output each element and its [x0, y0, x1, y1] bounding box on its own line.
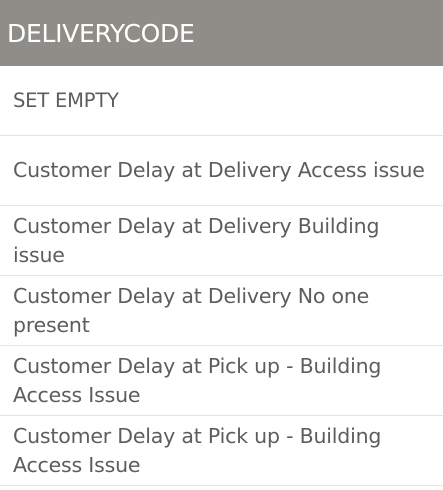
dialog-title: DELIVERYCODE — [7, 18, 195, 48]
list-item-label: Customer Delay at Delivery Building issu… — [13, 213, 380, 267]
list-item[interactable]: Customer Delay at Pick up - Building Acc… — [0, 416, 443, 486]
list-item[interactable]: Customer Delay at Delivery Access issue — [0, 136, 443, 206]
list-item-label: Customer Delay at Pick up - Building Acc… — [13, 353, 382, 407]
list-item-label: Customer Delay at Delivery No one presen… — [13, 283, 370, 337]
list-item[interactable]: Customer Delay at Delivery No one presen… — [0, 276, 443, 346]
list-item-set-empty[interactable]: SET EMPTY — [0, 66, 443, 136]
list-item[interactable]: Customer Delay at Delivery Building issu… — [0, 206, 443, 276]
list-item-label: Customer Delay at Delivery Access issue — [13, 158, 425, 182]
list-item[interactable]: Customer Delay at Pick up - Building Acc… — [0, 346, 443, 416]
list-item-label: Customer Delay at Pick up - Building Acc… — [13, 423, 382, 477]
list-item-label: SET EMPTY — [13, 89, 119, 112]
dialog-header: DELIVERYCODE — [0, 0, 443, 66]
option-list: SET EMPTY Customer Delay at Delivery Acc… — [0, 66, 443, 486]
